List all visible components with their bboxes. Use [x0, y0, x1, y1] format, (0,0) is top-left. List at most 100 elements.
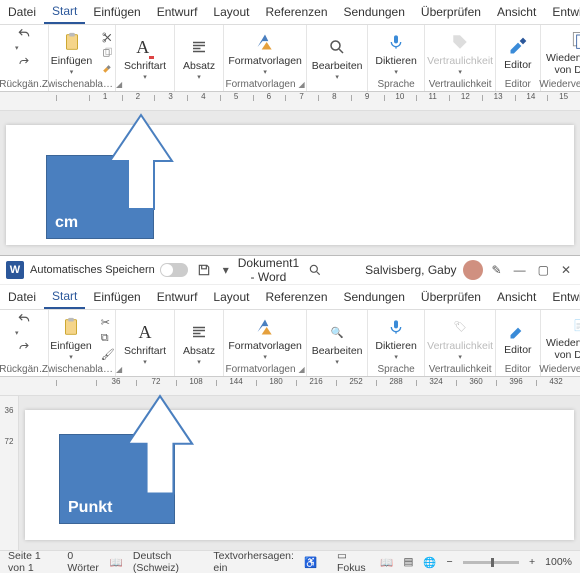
up-arrow-shape[interactable] — [106, 113, 176, 223]
zoom-in[interactable]: + — [529, 556, 535, 568]
tab-ueberpruefen[interactable]: Überprüfen — [413, 1, 489, 23]
paste-label: Einfügen — [51, 55, 92, 67]
accessibility-icon[interactable]: ♿ — [304, 556, 317, 569]
tab-datei[interactable]: Datei — [0, 1, 44, 23]
horizontal-ruler-pt[interactable]: 3672108144180216252288324360396432 — [0, 377, 580, 396]
font-icon: A — [136, 36, 154, 58]
tab-einfuegen[interactable]: Einfügen — [85, 286, 148, 308]
user-avatar[interactable] — [463, 260, 483, 280]
styles-label: Formatvorlagen — [228, 55, 302, 67]
qat-more[interactable]: ▾ — [220, 263, 232, 277]
titlebar-search[interactable] — [305, 263, 325, 277]
copy-button[interactable]: ⧉ — [98, 332, 118, 345]
format-painter-button[interactable]: 🖌 — [98, 348, 118, 361]
tab-sendungen[interactable]: Sendungen — [336, 1, 413, 23]
tab-ueberpruefen[interactable]: Überprüfen — [413, 286, 489, 308]
view-web[interactable]: 🌐 — [423, 556, 436, 569]
ruler-mark: 108 — [176, 377, 216, 386]
edit-button[interactable]: 🔍Bearbeiten▾ — [308, 321, 367, 366]
redo-button[interactable] — [13, 56, 35, 68]
window-minimize[interactable]: — — [511, 263, 529, 277]
horizontal-ruler-cm[interactable]: 123456789101112131415 — [0, 92, 580, 111]
font-button[interactable]: ASchriftart▾ — [120, 321, 170, 366]
view-print[interactable]: ▤ — [403, 556, 413, 568]
window-maximize[interactable]: ▢ — [535, 263, 552, 277]
tab-layout[interactable]: Layout — [205, 1, 257, 23]
status-words[interactable]: 0 Wörter — [67, 550, 99, 573]
zoom-slider[interactable] — [463, 561, 519, 564]
focus-mode[interactable]: ▭ Fokus — [337, 550, 370, 573]
titlebar-tryfeatures[interactable]: ✎ — [489, 263, 505, 277]
ruler-mark: 324 — [416, 377, 456, 386]
paragraph-icon — [190, 38, 208, 56]
redo-button[interactable] — [13, 341, 35, 353]
reuse-files-button[interactable]: 📄Wiederverwen von Dateie — [542, 314, 580, 361]
tab-entwicklertools[interactable]: Entwicklertools — [544, 286, 580, 308]
tab-entwurf[interactable]: Entwurf — [149, 1, 206, 23]
ruler-mark: 72 — [136, 377, 176, 386]
tab-ansicht[interactable]: Ansicht — [489, 1, 544, 23]
undo-button[interactable]: ▾ — [12, 27, 36, 53]
ruler-mark: 396 — [496, 377, 536, 386]
styles-launcher[interactable]: ◢ — [299, 365, 305, 374]
edit-button[interactable]: Bearbeiten▾ — [308, 36, 367, 81]
tab-sendungen[interactable]: Sendungen — [336, 286, 413, 308]
styles-button[interactable]: Formatvorlagen▾ — [224, 316, 306, 361]
status-text-predictions[interactable]: Textvorhersagen: ein — [213, 550, 294, 573]
ribbon-tabs: Datei Start Einfügen Entwurf Layout Refe… — [0, 0, 580, 25]
search-icon — [308, 263, 322, 277]
sensitivity-button: Vertraulichkeit▾ — [423, 31, 497, 76]
view-read[interactable]: 📖 — [380, 556, 393, 569]
sensitivity-group-label: Vertraulichkeit — [429, 364, 492, 375]
ruler-mark: 180 — [256, 377, 296, 386]
paste-button[interactable]: Einfügen▾ — [47, 31, 96, 76]
cut-button[interactable] — [98, 31, 117, 44]
scissors-icon — [101, 31, 114, 44]
zoom-out[interactable]: − — [446, 556, 452, 568]
tab-datei[interactable]: Datei — [0, 286, 44, 308]
dictate-button[interactable]: Diktieren▾ — [371, 316, 420, 361]
copy-button[interactable] — [98, 47, 117, 60]
paste-button[interactable]: Einfügen▾ — [46, 316, 95, 361]
undo-button[interactable]: ▾ — [12, 312, 36, 338]
ruler-mark: 288 — [376, 377, 416, 386]
ribbon-tabs-2: Datei Start Einfügen Entwurf Layout Refe… — [0, 285, 580, 310]
autosave-toggle[interactable]: Automatisches Speichern — [30, 263, 188, 277]
vertical-ruler[interactable]: 36 72 — [0, 396, 19, 550]
cut-button[interactable]: ✂ — [98, 316, 118, 329]
tab-ansicht[interactable]: Ansicht — [489, 286, 544, 308]
page[interactable]: cm — [6, 125, 574, 245]
paragraph-button[interactable]: Absatz▾ — [179, 321, 219, 366]
reuse-files-button[interactable]: Wiederverwen von Dateie — [542, 29, 580, 76]
page[interactable]: Punkt — [25, 410, 574, 540]
styles-button[interactable]: Formatvorlagen▾ — [224, 31, 306, 76]
format-painter-button[interactable] — [98, 63, 117, 76]
window-close[interactable]: ✕ — [558, 263, 574, 277]
save-button[interactable] — [194, 263, 214, 277]
dictate-button[interactable]: Diktieren▾ — [371, 31, 420, 76]
zoom-value[interactable]: 100% — [545, 556, 572, 568]
up-arrow-shape[interactable] — [123, 394, 197, 508]
tab-layout[interactable]: Layout — [205, 286, 257, 308]
ruler-mark: 2 — [122, 92, 155, 101]
tab-start[interactable]: Start — [44, 285, 85, 309]
status-page[interactable]: Seite 1 von 1 — [8, 550, 57, 573]
status-spellcheck-icon[interactable]: 📖 — [110, 556, 123, 569]
tab-referenzen[interactable]: Referenzen — [257, 286, 335, 308]
tab-entwicklertools[interactable]: Entwicklertools — [544, 1, 580, 23]
ruler-mark: 252 — [336, 377, 376, 386]
tab-start[interactable]: Start — [44, 0, 85, 24]
editor-button[interactable]: Editor — [500, 35, 535, 71]
ribbon: ▾ Rückgän… Einfügen▾ Zwischenabla…◢ — [0, 25, 580, 92]
ruler-mark: 11 — [416, 92, 449, 101]
tab-entwurf[interactable]: Entwurf — [149, 286, 206, 308]
ribbon-2: ▾Rückgän… Einfügen▾✂⧉🖌Zwischenabla…◢ ASc… — [0, 310, 580, 377]
editor-button[interactable]: Editor — [500, 320, 535, 356]
styles-launcher[interactable]: ◢ — [299, 80, 305, 89]
font-button[interactable]: A Schriftart▾ — [120, 36, 170, 81]
font-label: Schriftart — [124, 345, 166, 357]
tab-einfuegen[interactable]: Einfügen — [85, 1, 148, 23]
status-language[interactable]: Deutsch (Schweiz) — [133, 550, 204, 573]
paragraph-button[interactable]: Absatz▾ — [179, 36, 219, 81]
tab-referenzen[interactable]: Referenzen — [257, 1, 335, 23]
